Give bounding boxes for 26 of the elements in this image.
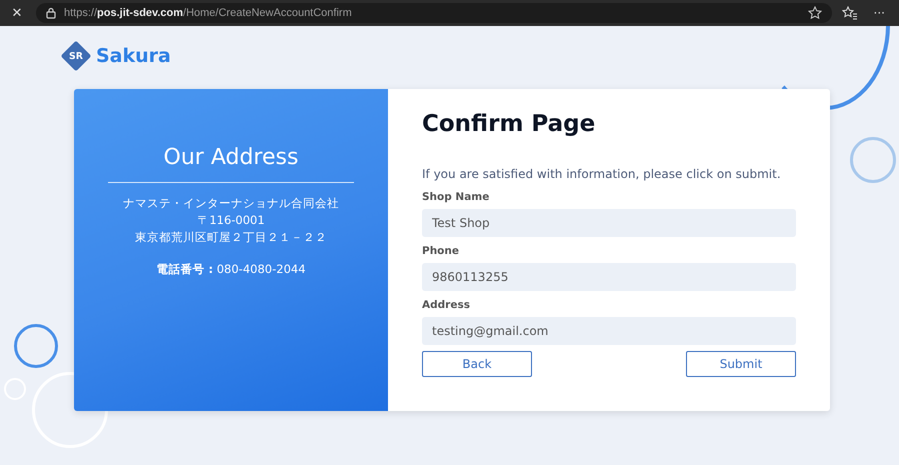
url-text: https://pos.jit-sdev.com/Home/CreateNewAccountConfirm bbox=[64, 7, 353, 19]
ring-decoration bbox=[14, 324, 58, 368]
action-button[interactable]: Back bbox=[422, 351, 532, 377]
panel-title: Our Address bbox=[164, 145, 298, 170]
field-label: Address bbox=[422, 299, 471, 311]
address-line: 〒116-0001 bbox=[197, 212, 265, 229]
instruction-text: If you are satisfied with information, please click on submit. bbox=[422, 167, 782, 181]
field-label: Shop Name bbox=[422, 191, 490, 203]
favorites-icon[interactable] bbox=[842, 6, 858, 20]
ring-decoration bbox=[850, 137, 896, 183]
close-button[interactable]: ✕ bbox=[8, 6, 26, 20]
action-button[interactable]: Submit bbox=[686, 351, 796, 377]
input-field[interactable]: testing@gmail.com bbox=[422, 317, 796, 345]
page-title: Confirm Page bbox=[422, 111, 596, 137]
lock-icon bbox=[46, 7, 56, 19]
logo-icon: SR bbox=[60, 40, 92, 72]
field-label: Phone bbox=[422, 245, 460, 257]
address-bar[interactable]: https://pos.jit-sdev.com/Home/CreateNewAccountConfirm bbox=[36, 3, 832, 23]
phone-number: 電話番号 : 080-4080-2044 bbox=[156, 262, 306, 277]
address-line: ナマステ・インターナショナル合同会社 bbox=[123, 195, 339, 212]
more-button[interactable]: ··· bbox=[868, 6, 891, 20]
input-field[interactable]: Test Shop bbox=[422, 209, 796, 237]
address-line: 東京都荒川区町屋２丁目２１－２２ bbox=[135, 229, 327, 246]
star-icon[interactable] bbox=[808, 6, 822, 20]
input-field[interactable]: 9860113255 bbox=[422, 263, 796, 291]
brand-name: Sakura bbox=[96, 45, 171, 67]
